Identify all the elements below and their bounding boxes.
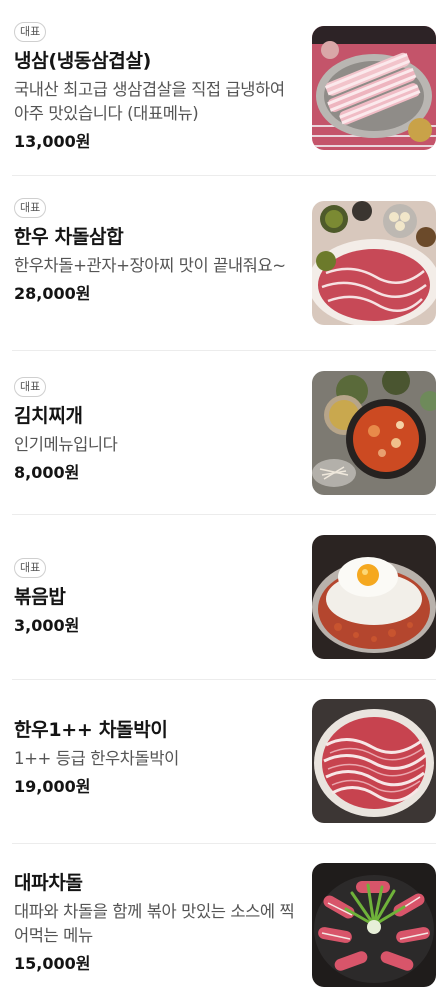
menu-item-thumbnail[interactable] [312, 535, 436, 659]
menu-item-description: 국내산 최고급 생삼겹살을 직접 급냉하여 아주 맛있습니다 (대표메뉴) [14, 80, 285, 123]
menu-item-price: 19,000원 [14, 777, 91, 796]
beef-brisket-plate-photo [312, 699, 436, 823]
menu-item-name: 대파차돌 [14, 872, 83, 894]
menu-item-name: 김치찌개 [14, 405, 83, 427]
menu-item-chadol-samhap[interactable]: 대표 한우 차돌삼합 한우차돌+관자+장아찌 맛이 끝내줘요~ 28,000원 [12, 176, 436, 351]
frozen-pork-belly-photo [312, 26, 436, 150]
menu-item-info: 대파차돌 대파와 차돌을 함께 볶아 맛있는 소스에 찍어먹는 메뉴 15,00… [14, 870, 296, 975]
menu-item-name: 한우 차돌삼합 [14, 226, 124, 248]
signature-badge: 대표 [14, 198, 47, 218]
menu-item-price: 8,000원 [14, 463, 80, 482]
menu-item-name: 한우1++ 차돌박이 [14, 719, 168, 741]
menu-item-bokkeumbap[interactable]: 대표 볶음밥 3,000원 [12, 515, 436, 680]
menu-item-info: 대표 한우 차돌삼합 한우차돌+관자+장아찌 맛이 끝내줘요~ 28,000원 [14, 196, 296, 305]
menu-item-name: 냉삼(냉동삼겹살) [14, 50, 152, 72]
menu-item-thumbnail[interactable] [312, 26, 436, 150]
menu-item-daepa-chadol[interactable]: 대파차돌 대파와 차돌을 함께 볶아 맛있는 소스에 찍어먹는 메뉴 15,00… [12, 844, 436, 1005]
green-onion-brisket-photo [312, 863, 436, 987]
menu-item-price: 15,000원 [14, 954, 91, 973]
menu-item-price: 28,000원 [14, 284, 91, 303]
menu-item-info: 대표 냉삼(냉동삼겹살) 국내산 최고급 생삼겹살을 직접 급냉하여 아주 맛있… [14, 20, 296, 153]
menu-item-kimchi-jjigae[interactable]: 대표 김치찌개 인기메뉴입니다 8,000원 [12, 351, 436, 515]
menu-item-hanwoo-chadolbaegi[interactable]: 한우1++ 차돌박이 1++ 등급 한우차돌박이 19,000원 [12, 680, 436, 844]
menu-item-description: 대파와 차돌을 함께 볶아 맛있는 소스에 찍어먹는 메뉴 [14, 902, 295, 945]
menu-item-info: 대표 김치찌개 인기메뉴입니다 8,000원 [14, 375, 296, 484]
menu-item-description: 1++ 등급 한우차돌박이 [14, 749, 179, 768]
fried-rice-egg-photo [312, 535, 436, 659]
signature-badge: 대표 [14, 558, 47, 578]
menu-item-price: 3,000원 [14, 616, 80, 635]
signature-badge: 대표 [14, 377, 47, 397]
menu-item-thumbnail[interactable] [312, 371, 436, 495]
menu-item-description: 한우차돌+관자+장아찌 맛이 끝내줘요~ [14, 256, 286, 275]
menu-item-thumbnail[interactable] [312, 201, 436, 325]
menu-list: 대표 냉삼(냉동삼겹살) 국내산 최고급 생삼겹살을 직접 급냉하여 아주 맛있… [0, 0, 448, 1005]
beef-brisket-platter-photo [312, 201, 436, 325]
kimchi-stew-photo [312, 371, 436, 495]
menu-item-info: 한우1++ 차돌박이 1++ 등급 한우차돌박이 19,000원 [14, 717, 296, 798]
menu-item-description: 인기메뉴입니다 [14, 435, 118, 454]
menu-item-price: 13,000원 [14, 132, 91, 151]
signature-badge: 대표 [14, 22, 47, 42]
menu-item-thumbnail[interactable] [312, 863, 436, 987]
menu-item-naengsam[interactable]: 대표 냉삼(냉동삼겹살) 국내산 최고급 생삼겹살을 직접 급냉하여 아주 맛있… [12, 0, 436, 176]
menu-item-info: 대표 볶음밥 3,000원 [14, 556, 296, 637]
menu-item-name: 볶음밥 [14, 586, 66, 608]
menu-item-thumbnail[interactable] [312, 699, 436, 823]
